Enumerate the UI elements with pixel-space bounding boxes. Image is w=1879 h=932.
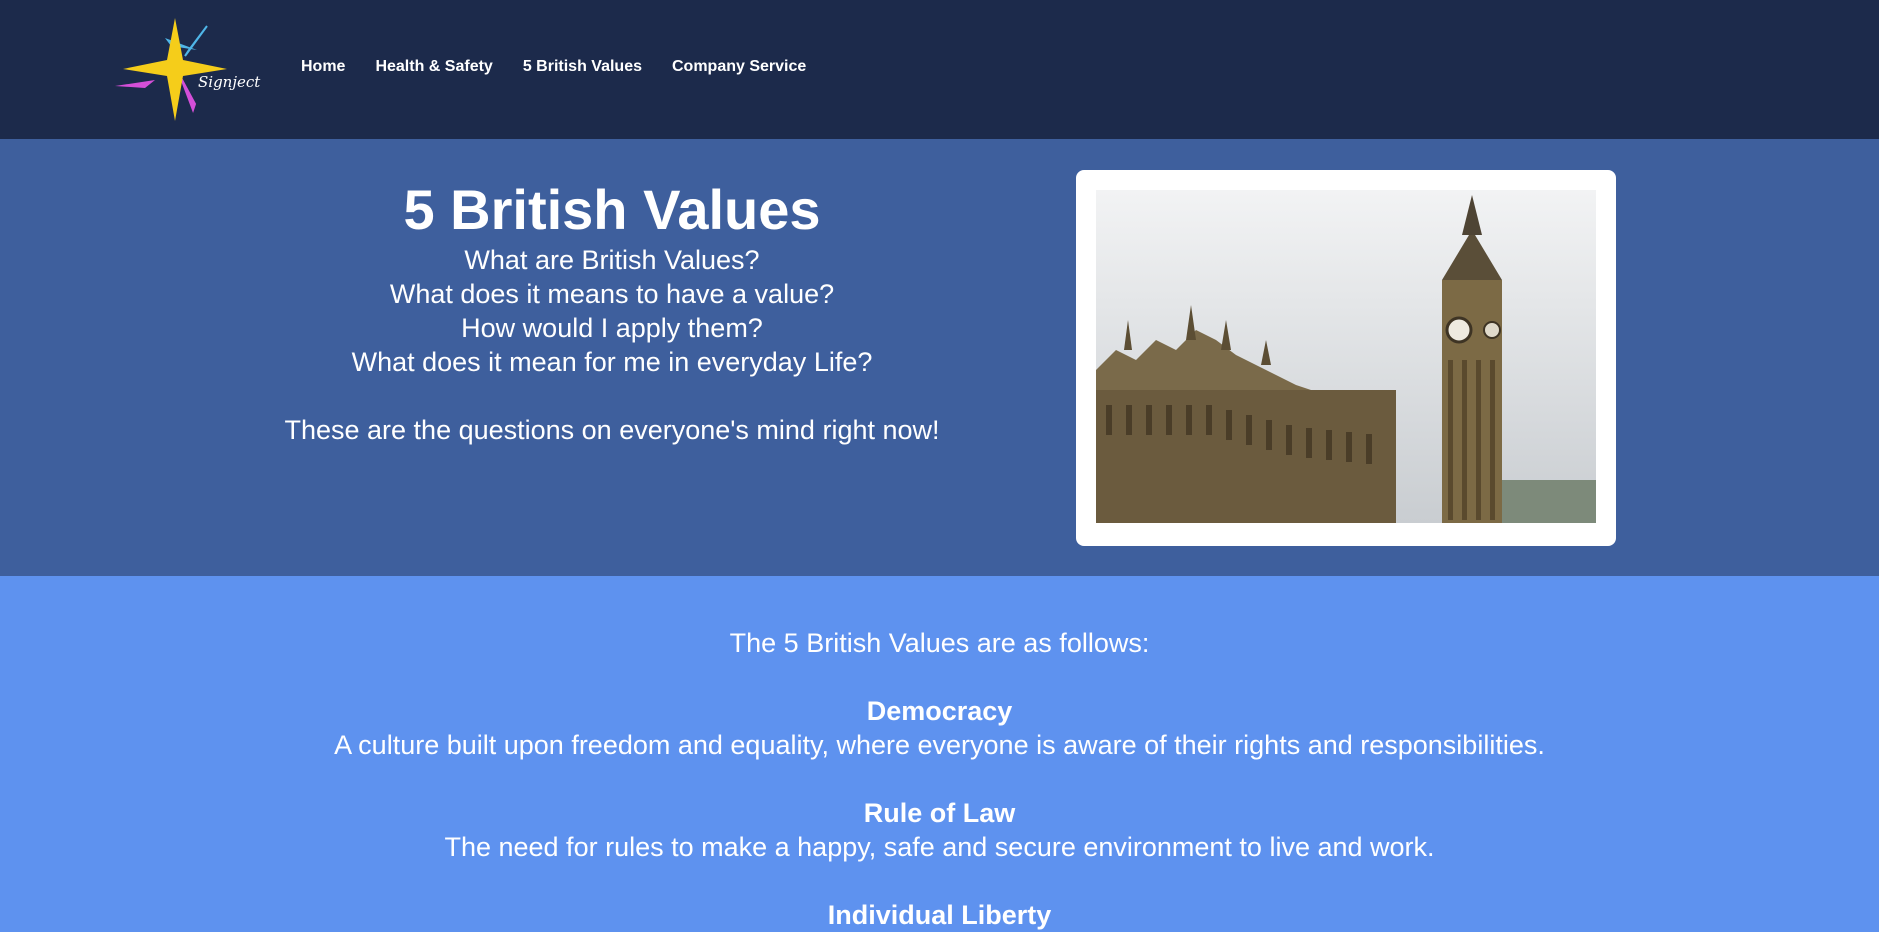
page-title: 5 British Values — [403, 178, 821, 241]
hero-question: What are British Values? — [464, 245, 760, 275]
value-name: Democracy — [866, 696, 1013, 726]
hero-text: 5 British Values What are British Values… — [232, 177, 992, 474]
main-menu: Home Health & Safety 5 British Values Co… — [301, 57, 836, 77]
values-intro: The 5 British Values are as follows: — [729, 628, 1150, 658]
nav-item-home[interactable]: Home — [301, 57, 345, 77]
logo-text: Signject — [198, 73, 261, 91]
value-item: Individual Liberty — [0, 898, 1879, 932]
value-name: Individual Liberty — [827, 900, 1052, 930]
nav-item-company-service[interactable]: Company Service — [672, 57, 806, 77]
star-logo-icon — [115, 18, 227, 121]
value-name: Rule of Law — [863, 798, 1016, 828]
hero-question: How would I apply them? — [461, 313, 763, 343]
parliament-image — [1096, 190, 1596, 523]
hero-question: What does it mean for me in everyday Lif… — [351, 347, 873, 377]
big-ben-photo — [1096, 190, 1596, 523]
hero-question: What does it means to have a value? — [389, 279, 835, 309]
signject-logo[interactable]: Signject — [115, 16, 265, 122]
nav-item-health-safety[interactable]: Health & Safety — [375, 57, 492, 77]
value-item: Rule of Law The need for rules to make a… — [0, 796, 1879, 864]
value-item: Democracy A culture built upon freedom a… — [0, 694, 1879, 762]
hero-section: 5 British Values What are British Values… — [0, 139, 1879, 576]
top-navbar: Signject Home Health & Safety 5 British … — [0, 0, 1879, 139]
values-section: The 5 British Values are as follows: Dem… — [0, 576, 1879, 932]
value-description: A culture built upon freedom and equalit… — [334, 730, 1545, 760]
photo-card — [1076, 170, 1616, 546]
nav-item-british-values[interactable]: 5 British Values — [523, 57, 642, 77]
hero-tagline: These are the questions on everyone's mi… — [284, 415, 940, 445]
value-description: The need for rules to make a happy, safe… — [444, 832, 1435, 862]
